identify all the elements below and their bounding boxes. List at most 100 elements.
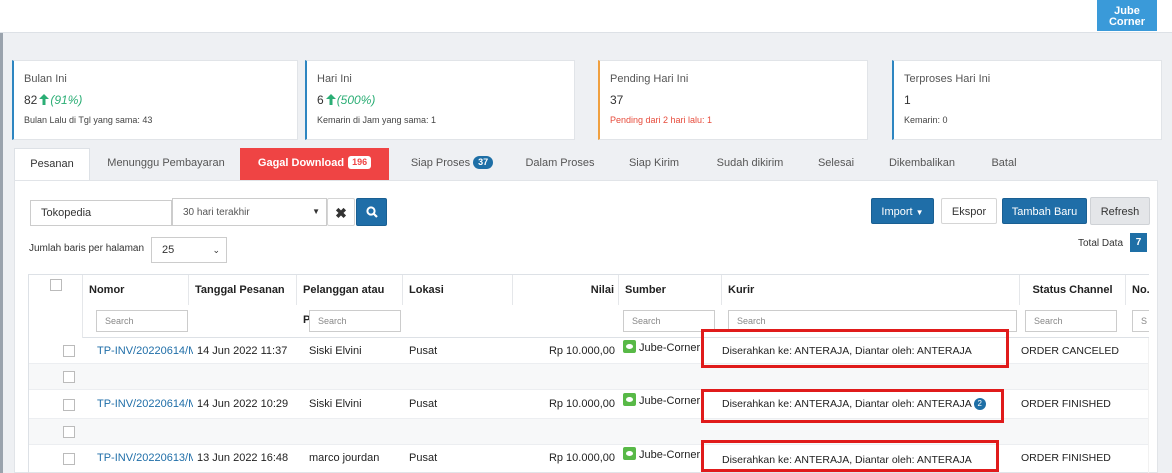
source-label: Jube-Corner: [639, 449, 701, 461]
row-checkbox[interactable]: [63, 453, 75, 465]
tab-label: Siap Proses: [410, 157, 471, 169]
tab-label: Selesai: [817, 157, 855, 169]
order-number-link[interactable]: TP-INV/20220614/M: [97, 391, 193, 417]
close-icon: ✖: [335, 205, 347, 221]
source-label: Jube-Corner: [639, 342, 701, 354]
select-all-checkbox[interactable]: [50, 279, 62, 291]
filter-nomor-input[interactable]: Search: [96, 310, 188, 332]
tab-selesai[interactable]: Selesai: [804, 148, 868, 180]
card-value: 37: [610, 93, 624, 107]
header-kurir[interactable]: Kurir: [722, 275, 1020, 305]
row-checkbox[interactable]: [63, 426, 75, 438]
header-lokasi[interactable]: Lokasi: [403, 275, 513, 305]
card-percent: (500%): [336, 93, 376, 107]
row-checkbox[interactable]: [63, 399, 75, 411]
tab-siap-proses[interactable]: Siap Proses 37: [396, 148, 508, 180]
tab-label: Batal: [991, 157, 1017, 169]
tab-menunggu-pembayaran[interactable]: Menunggu Pembayaran: [94, 148, 238, 180]
tab-label: Menunggu Pembayaran: [107, 157, 225, 169]
caret-down-icon: ▼: [312, 207, 320, 216]
card-title: Bulan Ini: [24, 73, 67, 85]
clear-filter-button[interactable]: ✖: [327, 198, 355, 226]
arrow-up-icon: [325, 94, 336, 105]
table-scrollbar[interactable]: ˄: [1148, 338, 1149, 473]
caret-down-icon: ▼: [915, 208, 924, 217]
order-number-link[interactable]: TP-INV/20220613/M: [97, 445, 193, 471]
order-date: 13 Jun 2022 16:48: [197, 452, 289, 464]
header-pelanggan[interactable]: Pelanggan atau Pen: [297, 275, 403, 326]
card-value: 6: [317, 93, 324, 107]
header-nomor[interactable]: Nomor: [83, 275, 189, 305]
filter-no-input[interactable]: S: [1132, 310, 1149, 332]
channel-status: ORDER FINISHED: [1021, 452, 1111, 464]
channel-status: ORDER CANCELED: [1021, 345, 1120, 357]
tab-dikembalikan[interactable]: Dikembalikan: [876, 148, 968, 180]
order-value: Rp 10.000,00: [548, 345, 615, 357]
customer-name: marco jourdan: [309, 452, 380, 464]
row-checkbox[interactable]: [63, 371, 75, 383]
highlight-box: [701, 389, 1004, 423]
card-subtext: Kemarin: 0: [904, 115, 948, 125]
refresh-button[interactable]: Refresh: [1090, 197, 1150, 225]
arrow-up-icon: [39, 94, 50, 105]
tab-label: Dalam Proses: [525, 157, 595, 169]
store-icon: [623, 447, 636, 460]
total-data-badge: 7: [1130, 233, 1147, 252]
location: Pusat: [409, 452, 438, 464]
order-date: 14 Jun 2022 11:37: [197, 345, 288, 357]
highlight-box: [701, 329, 1009, 368]
card-value: 82: [24, 93, 38, 107]
header-no[interactable]: No.: [1126, 275, 1149, 305]
header-status-channel[interactable]: Status Channel: [1020, 275, 1126, 305]
brand-line-2: Corner: [1108, 16, 1146, 28]
store-filter-input[interactable]: Tokopedia: [30, 200, 172, 226]
stat-card-hari-ini: Hari Ini 6 (500%) Kemarin di Jam yang sam…: [305, 60, 575, 140]
customer-name: Siski Elvini: [309, 398, 362, 410]
add-new-button[interactable]: Tambah Baru: [1002, 198, 1087, 224]
tab-label: Gagal Download: [257, 157, 345, 169]
source-label: Jube-Corner: [639, 395, 701, 407]
header-tanggal-pesanan[interactable]: Tanggal Pesanan: [189, 275, 297, 305]
filter-pelanggan-input[interactable]: Search: [309, 310, 401, 332]
order-date: 14 Jun 2022 10:29: [197, 398, 289, 410]
tab-dalam-proses[interactable]: Dalam Proses: [514, 148, 606, 180]
tab-gagal-download[interactable]: Gagal Download 196: [240, 148, 389, 180]
card-subtext: Pending dari 2 hari lalu: 1: [610, 115, 713, 125]
tab-sudah-dikirim[interactable]: Sudah dikirim: [704, 148, 796, 180]
card-value: 1: [904, 93, 911, 107]
import-button[interactable]: Import ▼: [871, 198, 934, 224]
header-sumber[interactable]: Sumber: [619, 275, 722, 305]
refresh-label: Refresh: [1100, 206, 1140, 218]
row-checkbox[interactable]: [63, 345, 75, 357]
header-nilai[interactable]: Nilai: [513, 275, 619, 305]
rows-per-page-value: 25: [162, 244, 175, 256]
channel-status: ORDER FINISHED: [1021, 398, 1111, 410]
order-value: Rp 10.000,00: [548, 452, 615, 464]
export-button[interactable]: Ekspor: [941, 198, 997, 224]
search-icon: [365, 206, 378, 218]
chevron-down-icon: ⌄: [212, 245, 220, 255]
card-title: Pending Hari Ini: [610, 73, 689, 85]
store-icon: [623, 340, 636, 353]
card-value-line: 82 (91%): [24, 93, 297, 107]
date-range-select[interactable]: 30 hari terakhir ▼: [172, 198, 327, 226]
location: Pusat: [409, 345, 438, 357]
card-title: Hari Ini: [317, 73, 352, 85]
filter-status-input[interactable]: Search: [1025, 310, 1117, 332]
card-value-line: 6 (500%): [317, 93, 574, 107]
order-number-link[interactable]: TP-INV/20220614/M: [97, 338, 193, 364]
tab-batal[interactable]: Batal: [976, 148, 1032, 180]
rows-per-page-select[interactable]: 25 ⌄: [151, 237, 227, 263]
brand-logo[interactable]: Jube Corner: [1097, 0, 1157, 31]
export-label: Ekspor: [951, 206, 987, 218]
orders-panel: Tokopedia 30 hari terakhir ▼ ✖ Import ▼ …: [14, 180, 1158, 473]
tab-label: Siap Kirim: [628, 157, 680, 169]
stat-card-pending: Pending Hari Ini 37 Pending dari 2 hari …: [598, 60, 868, 140]
date-range-value: 30 hari terakhir: [183, 207, 250, 218]
card-title: Terproses Hari Ini: [904, 73, 991, 85]
stat-card-terproses: Terproses Hari Ini 1 Kemarin: 0: [892, 60, 1162, 140]
tab-pesanan[interactable]: Pesanan: [14, 148, 90, 180]
tab-siap-kirim[interactable]: Siap Kirim: [614, 148, 694, 180]
search-button[interactable]: [356, 198, 387, 226]
tab-label: Dikembalikan: [888, 157, 956, 169]
